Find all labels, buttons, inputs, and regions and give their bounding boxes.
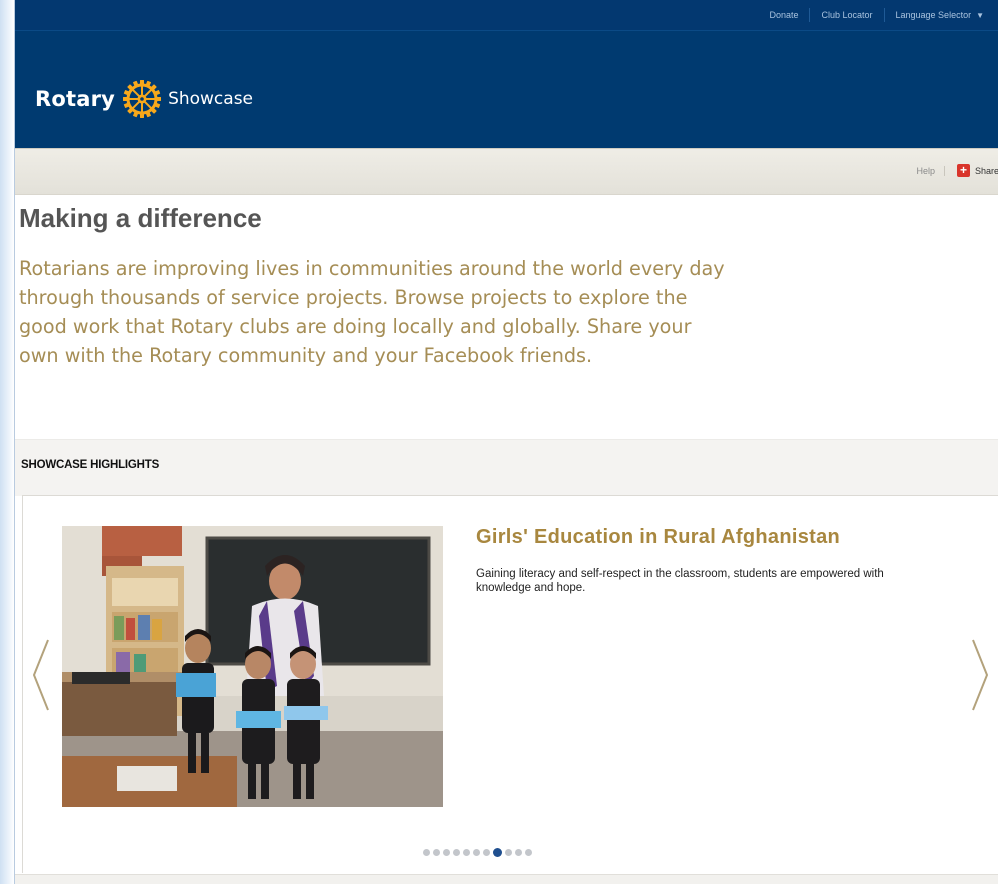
highlights-header: SHOWCASE HIGHLIGHTS	[15, 439, 998, 496]
carousel-dot[interactable]	[505, 849, 512, 856]
slide-photo[interactable]	[62, 526, 443, 807]
footer-strip	[15, 874, 998, 884]
carousel-dot[interactable]	[483, 849, 490, 856]
carousel-dot[interactable]	[443, 849, 450, 856]
logo-wordmark: Rotary	[35, 87, 116, 111]
site-header: Rotary Showcase	[15, 31, 998, 148]
page: Donate Club Locator Language Selector ▼ R…	[14, 0, 998, 884]
carousel-dot[interactable]	[515, 849, 522, 856]
carousel-dot[interactable]	[433, 849, 440, 856]
help-link[interactable]: Help	[907, 165, 945, 176]
rotary-logo[interactable]: Rotary Showcase	[35, 79, 253, 119]
rotary-wheel-icon	[123, 80, 162, 118]
plus-icon[interactable]: +	[956, 164, 970, 177]
utility-bar: Donate Club Locator Language Selector ▼	[15, 0, 998, 31]
toolbar-tools: Help + Share	[907, 164, 998, 177]
intro-paragraph: Rotarians are improving lives in communi…	[19, 257, 725, 367]
carousel-pagination	[423, 848, 532, 857]
slide-description: Gaining literacy and self-respect in the…	[476, 568, 884, 594]
carousel-dot[interactable]	[473, 849, 480, 856]
chevron-down-icon: ▼	[976, 11, 984, 20]
carousel-dot[interactable]	[453, 849, 460, 856]
chevron-right-icon[interactable]	[969, 638, 991, 712]
carousel-dot[interactable]	[463, 849, 470, 856]
carousel-dot[interactable]	[525, 849, 532, 856]
share-link[interactable]: Share	[975, 166, 998, 176]
page-title: Making a difference	[19, 203, 262, 233]
chevron-left-icon[interactable]	[30, 638, 52, 712]
highlights-label: SHOWCASE HIGHLIGHTS	[21, 459, 160, 471]
club-locator-link[interactable]: Club Locator	[809, 8, 883, 22]
logo-subtitle: Showcase	[168, 89, 254, 109]
carousel-dot[interactable]	[423, 849, 430, 856]
carousel-dot[interactable]	[493, 848, 502, 857]
utility-links: Donate Club Locator Language Selector ▼	[758, 0, 995, 30]
donate-link[interactable]: Donate	[758, 8, 809, 22]
language-selector-label: Language Selector	[895, 10, 972, 20]
slide-title[interactable]: Girls' Education in Rural Afghanistan	[476, 526, 840, 549]
highlights-carousel: Girls' Education in Rural Afghanistan Ga…	[22, 495, 998, 873]
language-selector-link[interactable]: Language Selector ▼	[883, 8, 995, 22]
sub-toolbar: Help + Share	[15, 148, 998, 195]
